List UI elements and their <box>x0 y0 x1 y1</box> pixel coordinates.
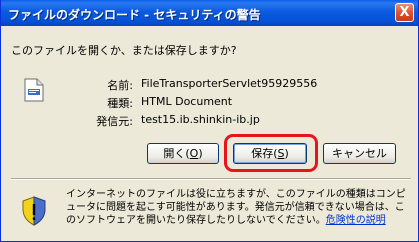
divider <box>11 178 411 180</box>
file-type-value: HTML Document <box>141 95 233 108</box>
security-shield-icon <box>22 196 46 226</box>
save-button-highlight <box>224 134 318 172</box>
html-file-icon <box>24 78 44 102</box>
download-dialog: ファイルのダウンロード - セキュリティの警告 X このファイルを開くか、または… <box>0 0 419 242</box>
window-title: ファイルのダウンロード - セキュリティの警告 <box>8 8 261 22</box>
file-source-row: 発信元: test15.ib.shinkin-ib.jp <box>69 113 399 129</box>
file-source-value: test15.ib.shinkin-ib.jp <box>141 113 260 126</box>
open-button-label: 開く( <box>163 147 190 160</box>
prompt-text: このファイルを開くか、または保存しますか? <box>11 44 237 57</box>
file-type-row: 種類: HTML Document <box>69 95 399 111</box>
file-source-label: 発信元: <box>96 115 133 128</box>
file-type-label: 種類: <box>107 97 133 110</box>
file-name-row: 名前: FileTransporterServlet95929556 <box>69 77 399 93</box>
file-name-value: FileTransporterServlet95929556 <box>141 77 318 90</box>
warning-message: インターネットのファイルは役に立ちますが、このファイルの種類はコンピュータに問題… <box>66 188 411 227</box>
title-bar[interactable]: ファイルのダウンロード - セキュリティの警告 X <box>1 0 418 26</box>
risk-explanation-link[interactable]: 危険性の説明 <box>326 215 386 226</box>
file-name-label: 名前: <box>107 79 133 92</box>
open-button[interactable]: 開く(O) <box>147 143 219 164</box>
open-button-label-end: ) <box>198 147 203 160</box>
cancel-button[interactable]: キャンセル <box>323 143 396 164</box>
close-icon[interactable]: X <box>395 3 414 22</box>
